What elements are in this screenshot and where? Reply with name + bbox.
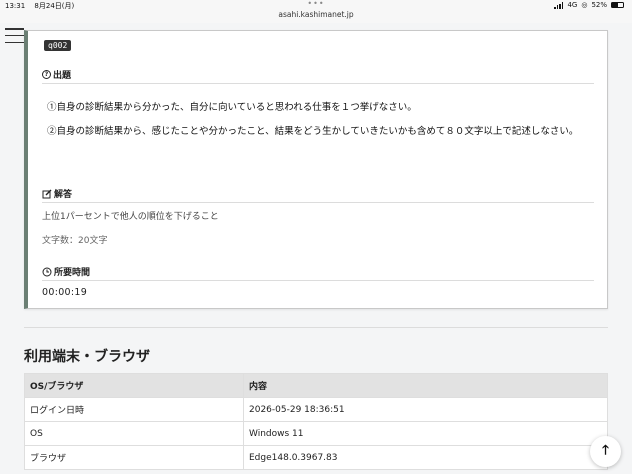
answer-section-header: 解答 [42, 187, 72, 200]
question-heading: 出題 [53, 71, 72, 81]
multitasking-dots-icon[interactable]: ••• [0, 0, 632, 8]
battery-icon [611, 2, 624, 8]
table-header: OS/ブラウザ [24, 373, 244, 398]
char-count: 文字数：20文字 [42, 236, 108, 246]
question-section-header: ? 出題 [42, 68, 71, 81]
clock-icon [42, 267, 52, 276]
table-row: ログイン日時 2026-05-29 18:36:51 [24, 397, 608, 422]
question-card: q002 ? 出題 ①自身の診断結果から分かった、自分に向いていると思われる仕事… [24, 30, 608, 309]
table-row: OS Windows 11 [24, 421, 608, 446]
answer-text: 上位1パーセントで他人の順位を下げること [42, 212, 219, 222]
question-line-2: ②自身の診断結果から、感じたことや分かったこと、結果をどう生かしていきたいかも含… [47, 126, 579, 137]
question-line-1: ①自身の診断結果から分かった、自分に向いていると思われる仕事を１つ挙げなさい。 [47, 102, 417, 113]
table-header-row: OS/ブラウザ 内容 [24, 373, 608, 398]
table-cell: ブラウザ [24, 445, 244, 470]
edit-icon [42, 189, 52, 198]
cellular-signal-icon [554, 2, 564, 9]
table-cell: ログイン日時 [24, 397, 244, 422]
device-section-title: 利用端末・ブラウザ [24, 349, 150, 365]
device-table: OS/ブラウザ 内容 ログイン日時 2026-05-29 18:36:51 OS… [24, 373, 608, 470]
address-bar[interactable]: asahi.kashimanet.jp [0, 10, 632, 23]
section-divider [42, 280, 594, 281]
page-divider [24, 327, 608, 328]
table-cell: 2026-05-29 18:36:51 [243, 397, 608, 422]
scroll-to-top-button[interactable]: 🡑 [590, 436, 621, 467]
network-type: 4G [567, 1, 578, 9]
answer-heading: 解答 [54, 190, 73, 200]
hamburger-icon[interactable] [5, 28, 24, 43]
url-text: asahi.kashimanet.jp [278, 10, 354, 19]
table-header: 内容 [243, 373, 608, 398]
elapsed-time: 00:00:19 [42, 287, 88, 298]
table-cell: Windows 11 [243, 421, 608, 446]
question-circle-icon: ? [42, 70, 51, 79]
section-divider [42, 202, 594, 203]
time-section-header: 所要時間 [42, 265, 90, 278]
battery-percent: 52% [591, 1, 607, 9]
section-divider [42, 83, 594, 84]
arrow-up-icon: 🡑 [602, 442, 609, 458]
table-cell: OS [24, 421, 244, 446]
time-heading: 所要時間 [54, 268, 91, 278]
table-row: ブラウザ Edge148.0.3967.83 [24, 445, 608, 470]
question-id-badge: q002 [44, 40, 72, 51]
table-cell: Edge148.0.3967.83 [243, 445, 608, 470]
location-icon: ◎ [581, 1, 588, 9]
